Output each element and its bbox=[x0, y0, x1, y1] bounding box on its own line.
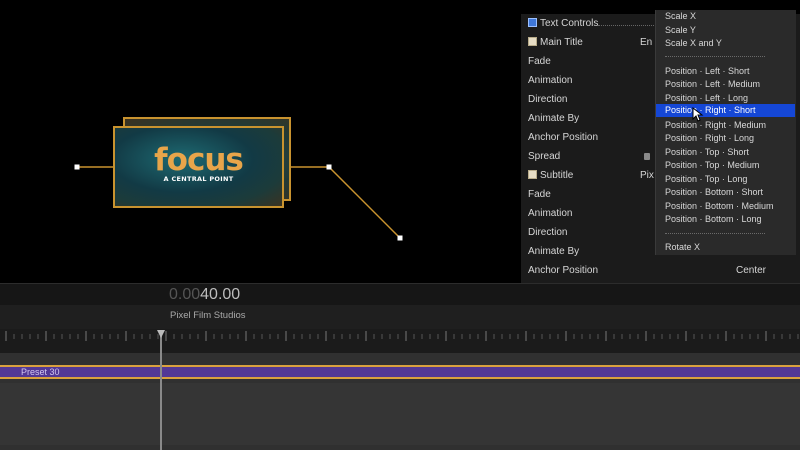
row-label: Animate By bbox=[528, 113, 580, 124]
row-label: Subtitle bbox=[540, 170, 574, 181]
mouse-cursor-icon bbox=[692, 107, 704, 122]
row-label: Spread bbox=[528, 151, 561, 162]
menu-item[interactable]: Position · Left · Medium bbox=[665, 78, 760, 91]
lower-track[interactable] bbox=[0, 383, 800, 445]
timeline-clip[interactable] bbox=[0, 365, 800, 379]
inspector-row-fade[interactable]: Fade bbox=[528, 54, 551, 70]
canvas-viewer: focus A CENTRAL POINT bbox=[0, 0, 510, 283]
menu-separator bbox=[665, 56, 765, 57]
row-label: Main Title bbox=[540, 37, 583, 48]
timecode-bright: 40.00 bbox=[200, 286, 241, 303]
menu-item[interactable]: Position · Left · Short bbox=[665, 65, 750, 78]
inspector-row-text-controls[interactable]: Text Controls bbox=[528, 16, 598, 32]
row-label: Direction bbox=[528, 94, 568, 105]
library-label: Pixel Film Studios bbox=[170, 310, 246, 321]
menu-item[interactable]: Scale X bbox=[665, 10, 696, 23]
menu-separator bbox=[665, 233, 765, 234]
ruler-ticks bbox=[5, 331, 799, 341]
subtitle-value[interactable]: Pix bbox=[640, 168, 654, 184]
menu-item[interactable]: Scale X and Y bbox=[665, 37, 722, 50]
row-label: Animation bbox=[528, 75, 573, 86]
library-bar bbox=[0, 305, 800, 329]
menu-item[interactable]: Position · Top · Medium bbox=[665, 159, 759, 172]
divider bbox=[598, 25, 658, 26]
row-label: Animation bbox=[528, 208, 573, 219]
row-label: Fade bbox=[528, 56, 551, 67]
title-sub-text: A CENTRAL POINT bbox=[163, 175, 234, 183]
checkbox-icon[interactable] bbox=[528, 37, 537, 46]
row-label: Text Controls bbox=[540, 18, 599, 29]
inspector-row-subtitle[interactable]: Subtitle bbox=[528, 168, 573, 184]
menu-item[interactable]: Rotate X bbox=[665, 241, 700, 254]
menu-item[interactable]: Position · Right · Medium bbox=[665, 119, 766, 132]
checkbox-icon[interactable] bbox=[528, 170, 537, 179]
motion-path-line bbox=[328, 166, 401, 239]
clip-label: Preset 30 bbox=[21, 367, 60, 377]
main-title-value[interactable]: En bbox=[640, 35, 652, 51]
menu-item[interactable]: Scale Y bbox=[665, 24, 696, 37]
slider-knob-icon[interactable] bbox=[644, 153, 650, 160]
timecode-bar bbox=[0, 283, 800, 306]
inspector-row-direction-2[interactable]: Direction bbox=[528, 225, 567, 241]
inspector-row-spread[interactable]: Spread bbox=[528, 149, 560, 165]
menu-item[interactable]: Position · Top · Long bbox=[665, 173, 747, 186]
timeline-ruler[interactable] bbox=[0, 329, 800, 353]
right-handle[interactable] bbox=[326, 164, 332, 170]
inspector-row-animation-2[interactable]: Animation bbox=[528, 206, 572, 222]
motion-end-handle[interactable] bbox=[397, 235, 403, 241]
left-handle[interactable] bbox=[74, 164, 80, 170]
checkbox-icon[interactable] bbox=[528, 18, 537, 27]
playhead-handle-icon[interactable] bbox=[157, 330, 165, 338]
menu-item[interactable]: Position · Bottom · Long bbox=[665, 213, 762, 226]
row-label: Anchor Position bbox=[528, 265, 599, 276]
menu-item[interactable]: Position · Top · Short bbox=[665, 146, 749, 159]
inspector-row-main-title[interactable]: Main Title bbox=[528, 35, 583, 51]
inspector-row-anchor-position-2[interactable]: Anchor Position bbox=[528, 263, 598, 279]
menu-item[interactable]: Position · Bottom · Medium bbox=[665, 200, 774, 213]
row-label: Direction bbox=[528, 227, 568, 238]
inspector-row-direction[interactable]: Direction bbox=[528, 92, 567, 108]
row-label: Animate By bbox=[528, 246, 580, 257]
row-label: Anchor Position bbox=[528, 132, 599, 143]
direction-dropdown-menu[interactable]: Scale X Scale Y Scale X and Y Position ·… bbox=[655, 10, 796, 255]
playhead[interactable] bbox=[160, 330, 162, 450]
inspector-row-animation[interactable]: Animation bbox=[528, 73, 572, 89]
timecode-dim: 0.00 bbox=[169, 286, 201, 303]
inspector-row-anchor-position[interactable]: Anchor Position bbox=[528, 130, 598, 146]
row-label: Fade bbox=[528, 189, 551, 200]
title-card[interactable]: focus A CENTRAL POINT bbox=[113, 126, 284, 208]
menu-item[interactable]: Position · Bottom · Short bbox=[665, 186, 763, 199]
anchor-position-value[interactable]: Center bbox=[736, 263, 766, 279]
inspector-row-animate-by-2[interactable]: Animate By bbox=[528, 244, 579, 260]
menu-item[interactable]: Position · Right · Long bbox=[665, 132, 754, 145]
inspector-row-fade-2[interactable]: Fade bbox=[528, 187, 551, 203]
menu-item-selected[interactable]: Position · Right · Short bbox=[656, 104, 795, 117]
timecode-display[interactable]: 0.0040.00 bbox=[169, 286, 240, 304]
title-main-text: focus bbox=[154, 142, 244, 178]
inspector-row-animate-by[interactable]: Animate By bbox=[528, 111, 579, 127]
